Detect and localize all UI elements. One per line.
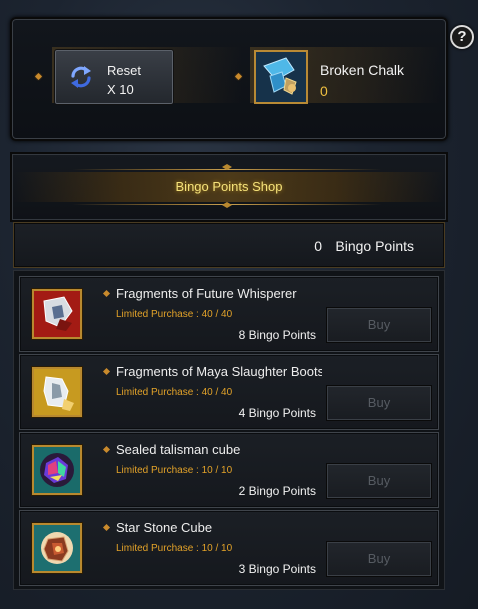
resource-panel: Reset X 10 Broken Chalk 0: [10, 17, 448, 141]
chalk-name: Broken Chalk: [320, 62, 405, 78]
points-bar: 0 Bingo Points: [13, 222, 445, 268]
future-whisperer-fragment-icon: [32, 289, 82, 339]
maya-slaughter-fragment-icon: [32, 367, 82, 417]
bullet-icon: [34, 72, 43, 81]
item-name: Fragments of Future Whisperer: [116, 286, 297, 301]
bullet-icon: [102, 523, 111, 532]
buy-button[interactable]: Buy: [326, 463, 432, 499]
shop-header: Bingo Points Shop: [10, 152, 448, 222]
item-limit: Limited Purchase : 10 / 10: [116, 465, 233, 476]
buy-button[interactable]: Buy: [326, 307, 432, 343]
points-label: Bingo Points: [335, 238, 414, 254]
item-price: 4 Bingo Points: [238, 406, 316, 420]
points-value: 0: [314, 238, 322, 254]
reset-button[interactable]: Reset X 10: [54, 49, 174, 105]
reset-label: Reset: [107, 63, 141, 78]
list-item[interactable]: Sealed talisman cube Limited Purchase : …: [19, 432, 439, 508]
item-limit: Limited Purchase : 40 / 40: [116, 309, 233, 320]
item-limit: Limited Purchase : 10 / 10: [116, 543, 233, 554]
item-limit: Limited Purchase : 40 / 40: [116, 387, 233, 398]
shop-title: Bingo Points Shop: [175, 179, 283, 194]
bullet-icon: [102, 289, 111, 298]
item-name: Star Stone Cube: [116, 520, 213, 535]
ornament-icon: [222, 202, 232, 208]
help-icon[interactable]: ?: [450, 25, 474, 49]
item-price: 2 Bingo Points: [238, 484, 316, 498]
shop-item-list[interactable]: Fragments of Future Whisperer Limited Pu…: [13, 270, 445, 590]
item-price: 3 Bingo Points: [238, 562, 316, 576]
refresh-icon: [71, 66, 91, 88]
reset-count: X 10: [107, 82, 134, 97]
buy-button[interactable]: Buy: [326, 541, 432, 577]
bullet-icon: [102, 367, 111, 376]
buy-button[interactable]: Buy: [326, 385, 432, 421]
list-item[interactable]: Fragments of Future Whisperer Limited Pu…: [19, 276, 439, 352]
star-stone-cube-icon: [32, 523, 82, 573]
item-name: Fragments of Maya Slaughter Boots: [116, 364, 322, 379]
ornament-icon: [222, 164, 232, 170]
broken-chalk-icon: [254, 50, 308, 104]
chalk-count: 0: [320, 83, 328, 99]
bullet-icon: [102, 445, 111, 454]
item-price: 8 Bingo Points: [238, 328, 316, 342]
talisman-cube-icon: [32, 445, 82, 495]
list-item[interactable]: Fragments of Maya Slaughter Boots Limite…: [19, 354, 439, 430]
list-item[interactable]: Star Stone Cube Limited Purchase : 10 / …: [19, 510, 439, 586]
item-name: Sealed talisman cube: [116, 442, 241, 457]
